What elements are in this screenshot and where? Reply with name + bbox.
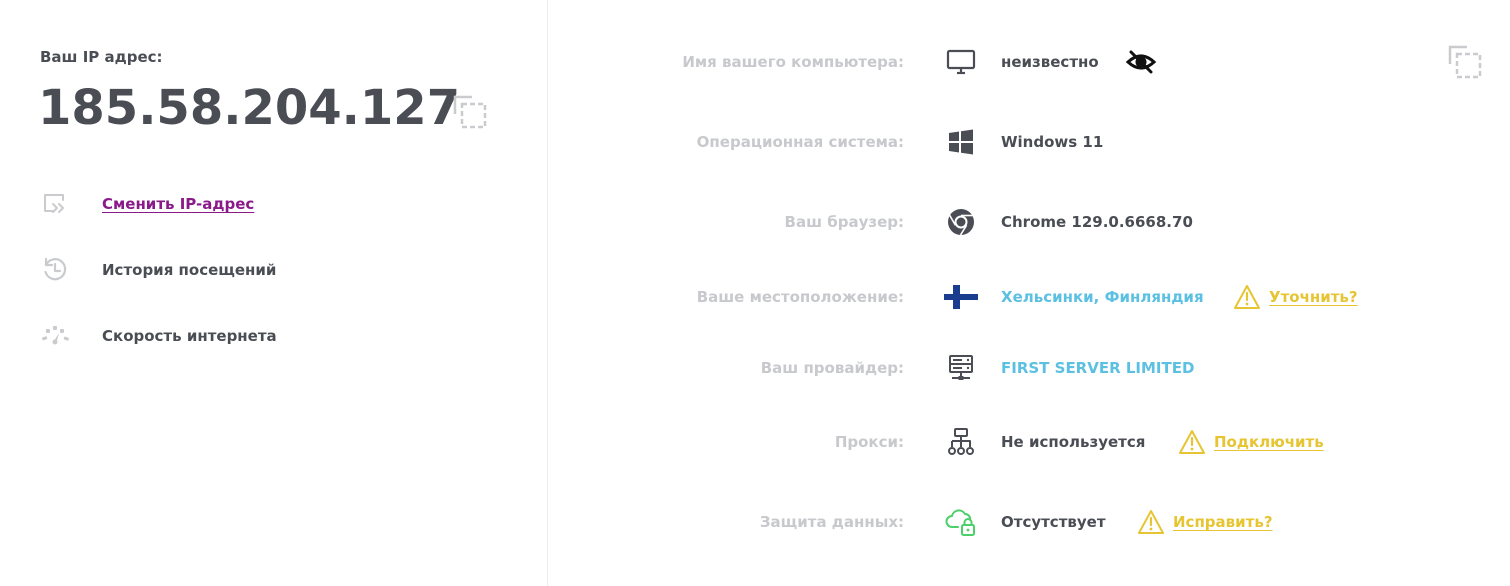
info-label: Ваш браузер:: [784, 213, 904, 231]
menu-item-label: История посещений: [102, 261, 277, 279]
server-icon: [943, 350, 979, 386]
monitor-icon: [943, 44, 979, 80]
change-ip-icon: [38, 189, 72, 219]
history-icon: [38, 255, 72, 285]
info-row-computer: Имя вашего компьютера: неизвестно: [549, 42, 1510, 82]
info-value: Windows 11: [1001, 133, 1104, 151]
menu-item-label: Скорость интернета: [102, 327, 277, 345]
info-label: Операционная система:: [696, 133, 904, 151]
connect-proxy-link[interactable]: Подключить: [1214, 433, 1324, 451]
cloud-lock-icon: [943, 504, 979, 540]
info-row-protection: Защита данных: Отсутствует Исправить?: [549, 502, 1510, 542]
info-row-location: Ваше местоположение: Хельсинки, Финлянди…: [549, 277, 1510, 317]
location-warning[interactable]: Уточнить?: [1233, 284, 1358, 310]
info-value[interactable]: FIRST SERVER LIMITED: [1001, 359, 1194, 377]
proxy-warning[interactable]: Подключить: [1178, 429, 1324, 455]
speedometer-icon: [38, 321, 72, 351]
info-row-provider: Ваш провайдер: FIRST SERVER LIMITED: [549, 348, 1510, 388]
windows-icon: [943, 124, 979, 160]
info-value: Chrome 129.0.6668.70: [1001, 213, 1193, 231]
fix-protection-link[interactable]: Исправить?: [1173, 513, 1273, 531]
info-label: Ваш провайдер:: [760, 359, 904, 377]
finland-flag-icon: [943, 279, 979, 315]
refine-location-link[interactable]: Уточнить?: [1269, 288, 1358, 306]
info-value: неизвестно: [1001, 53, 1099, 71]
menu-item-history[interactable]: История посещений: [38, 254, 276, 286]
ip-panel: Ваш IP адрес: 185.58.204.127 Сменить IP-…: [0, 0, 548, 586]
protection-warning[interactable]: Исправить?: [1137, 509, 1273, 535]
eye-off-icon[interactable]: [1125, 48, 1157, 76]
info-row-os: Операционная система: Windows 11: [549, 122, 1510, 162]
system-info-panel: Имя вашего компьютера: неизвестно Операц…: [549, 0, 1510, 586]
warning-icon: [1179, 430, 1205, 454]
warning-icon: [1234, 285, 1260, 309]
network-icon: [943, 424, 979, 460]
ip-address[interactable]: 185.58.204.127: [38, 80, 460, 136]
info-value[interactable]: Хельсинки, Финляндия: [1001, 288, 1204, 306]
chrome-icon: [943, 204, 979, 240]
menu-item-change-ip[interactable]: Сменить IP-адрес: [38, 188, 254, 220]
info-row-browser: Ваш браузер: Chrome 129.0.6668.70: [549, 202, 1510, 242]
info-row-proxy: Прокси: Не используется Подключить: [549, 422, 1510, 462]
info-value: Отсутствует: [1001, 513, 1106, 531]
info-value: Не используется: [1001, 433, 1146, 451]
info-label: Ваше местоположение:: [696, 288, 904, 306]
info-label: Прокси:: [834, 433, 904, 451]
menu-item-label[interactable]: Сменить IP-адрес: [102, 195, 254, 213]
ip-label: Ваш IP адрес:: [40, 48, 163, 66]
info-label: Защита данных:: [759, 513, 904, 531]
info-label: Имя вашего компьютера:: [682, 53, 904, 71]
warning-icon: [1138, 510, 1164, 534]
menu-item-speed[interactable]: Скорость интернета: [38, 320, 277, 352]
copy-icon[interactable]: [452, 94, 488, 130]
